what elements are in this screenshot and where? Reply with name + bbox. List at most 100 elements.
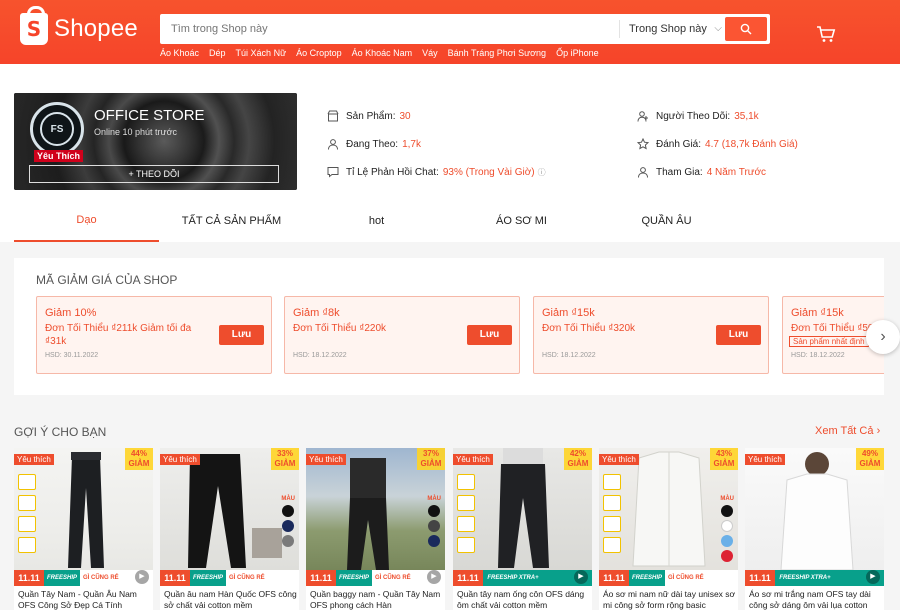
search-scope-select[interactable]: Trong Shop này ⌵ [619, 20, 724, 38]
favorite-badge: Yêu thích [306, 454, 346, 465]
feature-badges [457, 474, 477, 553]
stat-label: Đang Theo: [346, 138, 399, 150]
play-video-icon[interactable]: ▶ [574, 570, 588, 584]
color-swatch [721, 535, 734, 547]
sale-date: 11.11 [745, 570, 775, 586]
discount-badge: 37% GIẢM [417, 448, 445, 470]
color-swatch [428, 535, 441, 547]
sale-date: 11.11 [14, 570, 44, 586]
product-card[interactable]: Yêu thích 43% GIẢM MÀU 11.11 FREESHIP XTRA… [599, 448, 738, 610]
discount-value: 33% [276, 449, 293, 458]
play-video-icon[interactable]: ▶ [866, 570, 880, 584]
voucher-condition: Đơn Tối Thiểu ₫220k [293, 323, 387, 334]
play-video-icon[interactable]: ▶ [135, 570, 149, 584]
favorite-badge: Yêu thích [160, 454, 200, 465]
keyword-link[interactable]: Áo Khoác Nam [352, 48, 413, 58]
brand-name: Shopee [54, 15, 138, 42]
info-icon[interactable]: ⓘ [538, 167, 546, 178]
color-swatch [721, 550, 734, 562]
promo-banner: 11.11 FREESHIP XTRA+ GÌ CŨNG RẺ [306, 570, 445, 597]
freeship-tag: FREESHIP XTRA+ [775, 570, 835, 586]
stat-value: 30 [399, 110, 411, 122]
stat-label: Đánh Giá: [656, 138, 702, 150]
voucher-expiry: HSD: 18.12.2022 [542, 352, 596, 359]
stat-value: 93% (Trong Vài Giờ) [442, 166, 535, 178]
stat-following: Đang Theo: 1,7k [326, 137, 421, 151]
product-name: Quần âu nam Hàn Quốc OFS công sở chất vả… [164, 589, 297, 610]
user-icon [326, 137, 340, 151]
favorite-badge: Yêu thích [599, 454, 639, 465]
sale-date: 11.11 [306, 570, 336, 586]
discount-label: GIẢM [859, 459, 881, 468]
save-voucher-button[interactable]: Lưu [716, 325, 761, 345]
shopee-logo[interactable]: S Shopee [20, 6, 138, 45]
ofs-logo-icon: FS [40, 112, 74, 146]
shop-nav-tabs: Dạo TẤT CẢ SẢN PHẨM hot ÁO SƠ MI QUẦN ÂU [14, 200, 884, 242]
product-card[interactable]: Yêu thích 33% GIẢM MÀU 11.11 FREESHIP XTRA… [160, 448, 299, 610]
product-card[interactable]: Yêu thích 37% GIẢM MÀU 11.11 FREESHIP XTRA… [306, 448, 445, 610]
search-icon [740, 23, 752, 35]
discount-value: 43% [715, 449, 732, 458]
shop-avatar[interactable]: FS [30, 102, 84, 156]
save-voucher-button[interactable]: Lưu [219, 325, 264, 345]
voucher-discount: Giảm ₫15k [542, 307, 595, 319]
stat-products: Sản Phẩm: 30 [326, 109, 411, 123]
promo-banner: 11.11 FREESHIP XTRA+ GÌ CŨNG RẺ [160, 570, 299, 597]
voucher-condition: Đơn Tối Thiểu ₫320k [542, 323, 636, 334]
tab-all-products[interactable]: TẤT CẢ SẢN PHẨM [159, 200, 304, 242]
voucher-list: Giảm 10% Đơn Tối Thiểu ₫211k Giảm tối đa… [36, 296, 884, 376]
cheap-tag: GÌ CŨNG RẺ [226, 570, 299, 586]
feature-badge [603, 516, 621, 532]
keyword-link[interactable]: Áo Khoác [160, 48, 199, 58]
star-icon [636, 137, 650, 151]
follow-button[interactable]: + THEO DÕI [29, 165, 279, 183]
tab-trousers[interactable]: QUẦN ÂU [594, 200, 739, 242]
product-card[interactable]: Yêu thích 42% GIẢM 11.11 FREESHIP XTRA+ ▶ … [453, 448, 592, 610]
see-all-link[interactable]: Xem Tất Cả › [815, 425, 880, 437]
product-card[interactable]: Yêu thích 44% GIẢM 11.11 FREESHIP XTRA+ GÌ … [14, 448, 153, 610]
voucher-discount: Giảm 10% [45, 307, 97, 319]
discount-badge: 33% GIẢM [271, 448, 299, 470]
promo-banner: 11.11 FREESHIP XTRA+ GÌ CŨNG RẺ [599, 570, 738, 597]
voucher-discount: Giảm ₫8k [293, 307, 340, 319]
cart-button[interactable] [816, 24, 836, 47]
keyword-link[interactable]: Váy [422, 48, 438, 58]
stat-joined: Tham Gia: 4 Năm Trước [636, 165, 766, 179]
voucher-section-title: MÃ GIẢM GIÁ CỦA SHOP [36, 273, 178, 287]
chat-icon [326, 165, 340, 179]
cart-icon [817, 26, 836, 42]
keyword-link[interactable]: Ốp iPhone [556, 48, 599, 58]
favorite-badge: Yêu thích [14, 454, 54, 465]
person-icon [636, 165, 650, 179]
tab-shirts[interactable]: ÁO SƠ MI [449, 200, 594, 242]
save-voucher-button[interactable]: Lưu [467, 325, 512, 345]
feature-badge [18, 516, 36, 532]
feature-badge [18, 495, 36, 511]
product-card[interactable]: Yêu thích 49% GIẢM 11.11 FREESHIP XTRA+ ▶ … [745, 448, 884, 610]
product-name: Áo sơ mi trắng nam OFS tay dài công sở d… [749, 589, 871, 610]
tab-hot[interactable]: hot [304, 200, 449, 242]
keyword-link[interactable]: Bánh Tráng Phơi Sương [448, 48, 546, 58]
shopee-bag-icon: S [20, 6, 48, 45]
discount-label: GIẢM [128, 459, 150, 468]
freeship-tag: FREESHIP XTRA+ [483, 570, 543, 586]
keyword-link[interactable]: Dép [209, 48, 226, 58]
play-video-icon[interactable]: ▶ [427, 570, 441, 584]
search-bar: Trong Shop này ⌵ [160, 14, 770, 44]
product-grid: Yêu thích 44% GIẢM 11.11 FREESHIP XTRA+ GÌ … [14, 448, 884, 610]
stat-value: 1,7k [402, 138, 421, 150]
search-button[interactable] [725, 17, 767, 41]
voucher-card: Giảm 10% Đơn Tối Thiểu ₫211k Giảm tối đa… [36, 296, 272, 374]
stat-value: 4.7 (18,7k Đánh Giá) [705, 138, 798, 150]
freeship-tag: FREESHIP XTRA+ [44, 570, 80, 597]
keyword-link[interactable]: Túi Xách Nữ [236, 48, 287, 58]
discount-value: 49% [861, 449, 878, 458]
color-swatch [721, 505, 734, 517]
voucher-next-button[interactable]: › [866, 320, 900, 354]
search-input[interactable] [164, 16, 604, 42]
product-name: Quần tây nam ống côn OFS dáng ôm chất vả… [457, 589, 585, 610]
chevron-down-icon: ⌵ [714, 23, 722, 34]
keyword-link[interactable]: Áo Croptop [296, 48, 342, 58]
stat-followers: Người Theo Dõi: 35,1k [636, 109, 759, 123]
tab-dao[interactable]: Dạo [14, 200, 159, 242]
